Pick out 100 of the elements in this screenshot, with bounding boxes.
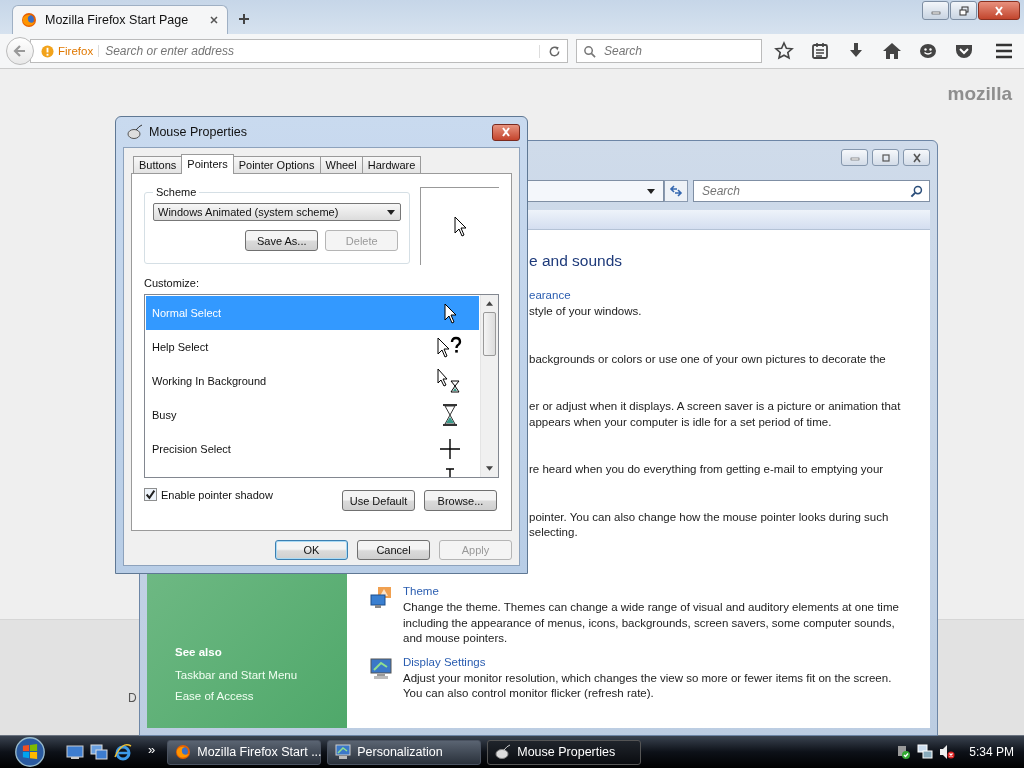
- dialog-tab[interactable]: Wheel: [319, 156, 363, 173]
- pointer-row[interactable]: Help Select: [146, 330, 479, 364]
- pointer-row[interactable]: Precision Select: [146, 432, 479, 466]
- address-field[interactable]: Search or enter address: [103, 43, 535, 59]
- see-also-heading: See also: [175, 646, 223, 658]
- back-button[interactable]: [6, 37, 34, 65]
- search-icon: [583, 44, 596, 58]
- close-icon: [993, 5, 1005, 16]
- checkbox-label: Enable pointer shadow: [161, 488, 273, 501]
- maximize-button[interactable]: [872, 149, 899, 166]
- back-arrow-icon: [12, 43, 28, 59]
- fox-globe-icon: [175, 744, 192, 760]
- search-field[interactable]: Search: [602, 43, 755, 59]
- scrollbar[interactable]: [480, 295, 498, 477]
- scheme-button[interactable]: Save As...: [245, 230, 319, 251]
- mouse-icon: [495, 744, 512, 760]
- search-icon: [910, 184, 923, 198]
- pointer-row[interactable]: Working In Background: [146, 364, 479, 398]
- dialog-tab[interactable]: Pointers: [181, 154, 234, 174]
- info-icon: [41, 44, 54, 58]
- security-icon[interactable]: [895, 744, 912, 760]
- close-icon[interactable]: [209, 15, 219, 25]
- section-description: er or adjust when it displays. A screen saver is a picture or animation that: [529, 399, 902, 414]
- network-icon[interactable]: [917, 744, 934, 760]
- checkmark-icon: [145, 489, 156, 500]
- busy-arrow-cursor-icon: [437, 369, 463, 393]
- speaker-muted-icon[interactable]: [939, 744, 956, 760]
- clock: 5:34 PM: [969, 745, 1014, 759]
- brand-logo: mozilla: [947, 83, 1012, 105]
- section-link[interactable]: earance: [529, 286, 910, 304]
- refresh-button[interactable]: [664, 180, 688, 202]
- close-button[interactable]: [492, 123, 520, 141]
- close-icon: [500, 127, 512, 137]
- scroll-thumb[interactable]: [483, 312, 496, 356]
- dialog-button[interactable]: Cancel: [357, 540, 430, 560]
- pointer-row[interactable]: Busy: [146, 398, 479, 432]
- section-description: backgrounds or colors or use one of your own pictures to decorate the: [529, 351, 887, 367]
- dropdown-arrow-icon[interactable]: [647, 188, 655, 194]
- star-icon[interactable]: [774, 41, 794, 61]
- pointer-button[interactable]: Browse...: [424, 490, 497, 511]
- mouse-icon: [127, 124, 143, 140]
- menu-icon[interactable]: [994, 41, 1014, 61]
- minimize-button[interactable]: [841, 149, 868, 166]
- plus-icon[interactable]: [238, 13, 250, 25]
- scroll-down-icon[interactable]: [486, 466, 493, 471]
- section-link[interactable]: Theme: [403, 582, 913, 600]
- theme-icon: [369, 586, 393, 610]
- close-icon: [910, 152, 923, 163]
- start-button[interactable]: [14, 736, 46, 768]
- close-button[interactable]: [978, 1, 1020, 20]
- crosshair-icon: [437, 437, 463, 461]
- browser-tab[interactable]: Mozilla Firefox Start Page: [12, 5, 228, 34]
- section-description: style of your windows.: [529, 304, 643, 319]
- section-description: re heard when you do everything from getting e-mail to emptying your: [529, 462, 885, 477]
- section-description: pointer. You can also change how the mouse pointer looks during such: [529, 509, 890, 525]
- pointer-button[interactable]: Use Default: [342, 490, 415, 511]
- pointer-list[interactable]: Normal Select Help Select Working In Background Busy Precision Select: [144, 294, 499, 478]
- reload-icon[interactable]: [539, 44, 561, 58]
- taskbar-button[interactable]: Personalization: [327, 739, 482, 765]
- maximize-icon: [879, 152, 892, 163]
- home-icon[interactable]: [882, 41, 902, 61]
- monitor-icon: [335, 744, 352, 760]
- minimize-button[interactable]: [922, 1, 949, 20]
- page-text: D: [128, 691, 137, 705]
- section-link[interactable]: Display Settings: [403, 652, 913, 671]
- search-field[interactable]: Search: [700, 183, 910, 199]
- close-button[interactable]: [903, 149, 930, 166]
- section-description: selecting.: [529, 525, 579, 540]
- scheme-dropdown[interactable]: Windows Animated (system scheme): [153, 203, 402, 221]
- page-heading: e and sounds: [529, 252, 624, 270]
- dropdown-arrow-icon: [387, 209, 396, 215]
- taskbar-button[interactable]: Mouse Properties: [487, 739, 642, 765]
- scroll-up-icon[interactable]: [486, 301, 493, 306]
- dialog-tab[interactable]: Buttons: [133, 156, 183, 173]
- search-bar[interactable]: Search: [576, 39, 762, 63]
- customize-label: Customize:: [144, 277, 201, 289]
- search-bar[interactable]: Search: [693, 180, 930, 202]
- identity-label: Firefox: [58, 45, 100, 57]
- section-description: appears when your computer is idle for a set period of time.: [529, 414, 833, 430]
- arrows-icon: [669, 184, 683, 198]
- section-description: Adjust your monitor resolution, which changes the view so more or fewer items fit on the screen. You can also control monitor flicker (refresh rate).: [403, 670, 893, 701]
- dialog-button[interactable]: OK: [275, 540, 348, 560]
- section-description: Change the theme. Themes can change a wide range of visual and auditory elements at one time including the appearance of menus, icons, backgrounds, screen savers, some computer sounds, and mouse pointers.: [403, 600, 900, 646]
- browser-e-icon[interactable]: [114, 743, 132, 761]
- windows-stack-icon[interactable]: [90, 743, 108, 761]
- tab-title: Mozilla Firefox Start Page: [45, 13, 190, 27]
- monitor-icon: [369, 656, 393, 681]
- dialog-tab[interactable]: Hardware: [361, 156, 422, 173]
- restore-icon: [957, 5, 970, 16]
- overflow-chevron[interactable]: »: [148, 741, 156, 757]
- dialog-tab[interactable]: Pointer Options: [232, 156, 321, 173]
- desktop-icon[interactable]: [66, 743, 84, 761]
- dialog-title: Mouse Properties: [149, 125, 248, 139]
- smiley-icon[interactable]: [918, 41, 938, 61]
- arrow-cursor-icon: [443, 302, 457, 324]
- taskbar-button[interactable]: Mozilla Firefox Start ...: [167, 739, 322, 765]
- checkbox[interactable]: [144, 488, 157, 501]
- restore-button[interactable]: [950, 1, 977, 20]
- reading-list-icon[interactable]: [810, 41, 830, 61]
- text-cursor-icon: [445, 468, 455, 477]
